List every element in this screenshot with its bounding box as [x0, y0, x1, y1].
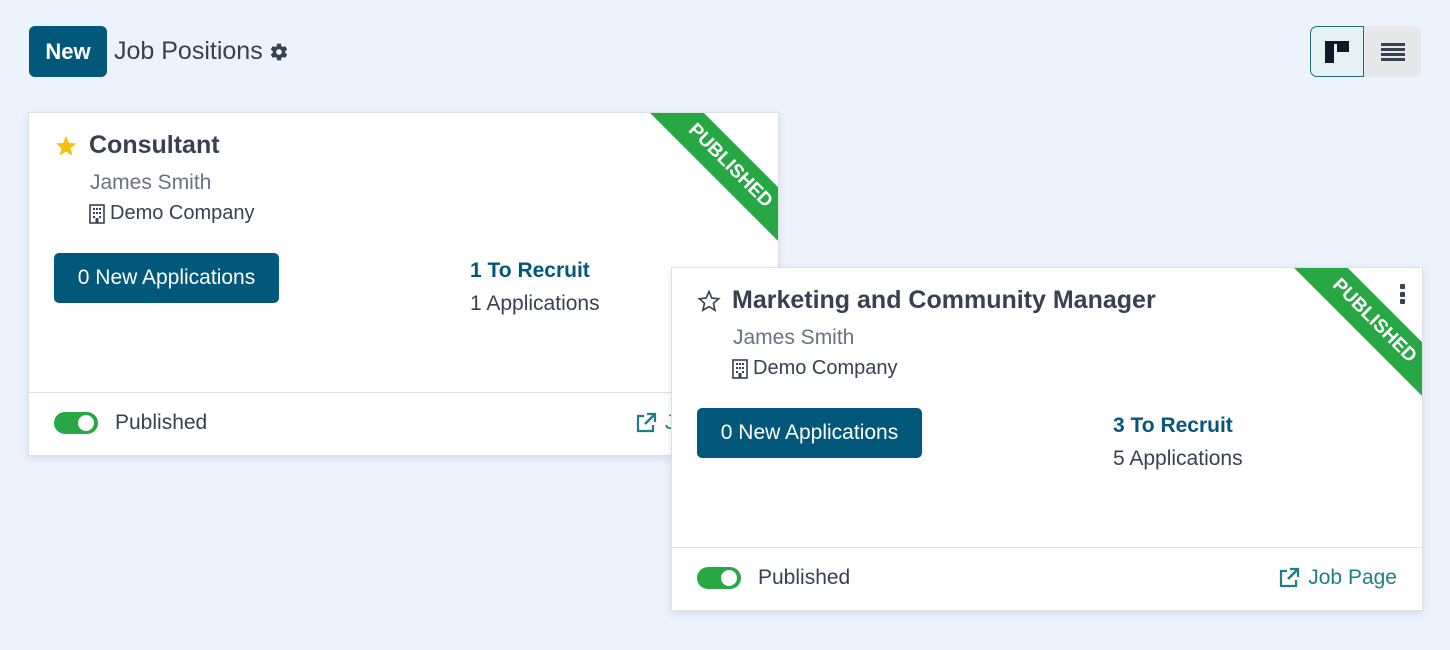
job-card[interactable]: PUBLISHED Consultant James Smith Demo Co… — [28, 112, 779, 456]
job-card[interactable]: PUBLISHED Marketing and Community Manage… — [671, 267, 1423, 611]
job-title[interactable]: Marketing and Community Manager — [732, 286, 1156, 315]
favorite-star-icon[interactable] — [696, 288, 722, 314]
view-switcher — [1310, 26, 1421, 77]
job-company: Demo Company — [732, 357, 898, 380]
published-toggle[interactable] — [697, 567, 741, 589]
kanban-view-button[interactable] — [1310, 26, 1364, 77]
published-label: Published — [758, 566, 851, 589]
list-view-button[interactable] — [1364, 26, 1421, 77]
new-applications-button[interactable]: 0 New Applications — [54, 253, 279, 303]
external-link-icon — [635, 412, 657, 434]
card-menu-icon[interactable] — [1397, 284, 1407, 304]
job-page-link[interactable]: Job Page — [1278, 566, 1397, 590]
page-title: Job Positions — [114, 37, 263, 65]
new-button[interactable]: New — [29, 26, 107, 77]
kanban-view-icon — [1325, 40, 1349, 63]
applications-link[interactable]: 1 Applications — [470, 292, 600, 316]
new-applications-button[interactable]: 0 New Applications — [697, 408, 922, 458]
building-icon — [732, 358, 748, 379]
favorite-star-icon[interactable] — [53, 133, 79, 159]
list-view-icon — [1380, 42, 1405, 61]
job-title[interactable]: Consultant — [89, 131, 220, 160]
job-manager: James Smith — [90, 171, 212, 194]
gear-icon[interactable] — [269, 42, 289, 62]
card-divider — [672, 547, 1422, 548]
job-manager: James Smith — [733, 326, 855, 349]
published-ribbon: PUBLISHED — [638, 113, 778, 253]
job-company: Demo Company — [89, 202, 255, 225]
to-recruit-link[interactable]: 1 To Recruit — [470, 259, 590, 283]
published-label: Published — [115, 411, 208, 434]
control-panel: New Job Positions — [29, 26, 289, 77]
applications-link[interactable]: 5 Applications — [1113, 447, 1243, 471]
to-recruit-link[interactable]: 3 To Recruit — [1113, 414, 1233, 438]
building-icon — [89, 203, 105, 224]
card-divider — [29, 392, 778, 393]
external-link-icon — [1278, 567, 1300, 589]
published-toggle[interactable] — [54, 412, 98, 434]
